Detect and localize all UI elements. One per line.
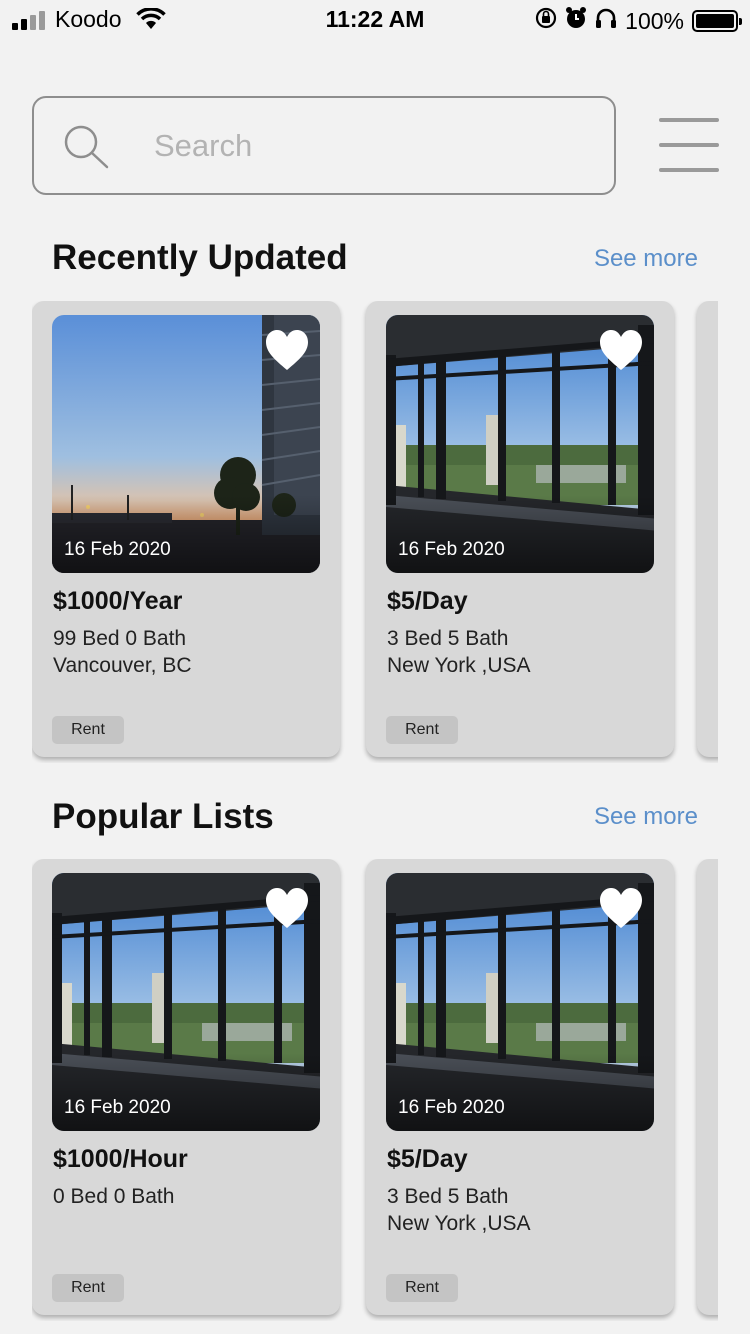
listing-price: $1000/Hour — [53, 1145, 188, 1173]
listing-type-tag: Rent — [52, 1274, 124, 1302]
search-icon — [62, 124, 112, 175]
listing-price: $1000/Year — [53, 587, 183, 615]
section-title-recently-updated: Recently Updated — [52, 238, 348, 277]
battery-percent: 100% — [625, 7, 684, 34]
listing-card-peek[interactable] — [697, 859, 718, 1315]
battery-icon — [692, 10, 742, 32]
status-right: 100% — [535, 6, 742, 36]
recently-updated-carousel[interactable]: 16 Feb 2020 $1000/Year 99 Bed 0 Bath Van… — [32, 301, 718, 763]
listing-price: $5/Day — [387, 587, 468, 615]
listing-type-tag: Rent — [52, 716, 124, 744]
see-more-popular-lists-link[interactable]: See more — [594, 803, 698, 831]
listing-date: 16 Feb 2020 — [398, 1097, 505, 1118]
listing-photo: 16 Feb 2020 — [52, 873, 320, 1131]
hamburger-menu-icon[interactable] — [659, 118, 719, 174]
listing-photo: 16 Feb 2020 — [386, 873, 654, 1131]
headphones-icon — [595, 7, 617, 35]
section-title-popular-lists: Popular Lists — [52, 797, 274, 836]
listing-location: New York ,USA — [387, 1212, 531, 1235]
listing-card[interactable]: 16 Feb 2020 $5/Day 3 Bed 5 Bath New York… — [366, 301, 674, 757]
listing-card[interactable]: 16 Feb 2020 $1000/Hour 0 Bed 0 Bath Rent — [32, 859, 340, 1315]
status-bar: Koodo 11:22 AM 100% — [0, 0, 750, 40]
listing-price: $5/Day — [387, 1145, 468, 1173]
heart-icon[interactable] — [598, 327, 644, 373]
search-bar[interactable] — [32, 96, 616, 195]
popular-lists-carousel[interactable]: 16 Feb 2020 $1000/Hour 0 Bed 0 Bath Rent… — [32, 859, 718, 1321]
search-input[interactable] — [154, 122, 574, 170]
listing-beds-baths: 3 Bed 5 Bath — [387, 627, 509, 650]
rotation-lock-icon — [535, 7, 557, 35]
listing-date: 16 Feb 2020 — [64, 1097, 171, 1118]
listing-beds-baths: 3 Bed 5 Bath — [387, 1185, 509, 1208]
listing-date: 16 Feb 2020 — [64, 539, 171, 560]
listing-location: Vancouver, BC — [53, 654, 192, 677]
listing-location: New York ,USA — [387, 654, 531, 677]
heart-icon[interactable] — [264, 327, 310, 373]
listing-type-tag: Rent — [386, 716, 458, 744]
listing-card[interactable]: 16 Feb 2020 $1000/Year 99 Bed 0 Bath Van… — [32, 301, 340, 757]
heart-icon[interactable] — [264, 885, 310, 931]
alarm-icon — [565, 6, 587, 36]
listing-photo: 16 Feb 2020 — [52, 315, 320, 573]
see-more-recently-updated-link[interactable]: See more — [594, 245, 698, 273]
listing-card[interactable]: 16 Feb 2020 $5/Day 3 Bed 5 Bath New York… — [366, 859, 674, 1315]
heart-icon[interactable] — [598, 885, 644, 931]
listing-photo: 16 Feb 2020 — [386, 315, 654, 573]
listing-type-tag: Rent — [386, 1274, 458, 1302]
listing-card-peek[interactable] — [697, 301, 718, 757]
listing-date: 16 Feb 2020 — [398, 539, 505, 560]
listing-beds-baths: 0 Bed 0 Bath — [53, 1185, 175, 1208]
listing-beds-baths: 99 Bed 0 Bath — [53, 627, 187, 650]
